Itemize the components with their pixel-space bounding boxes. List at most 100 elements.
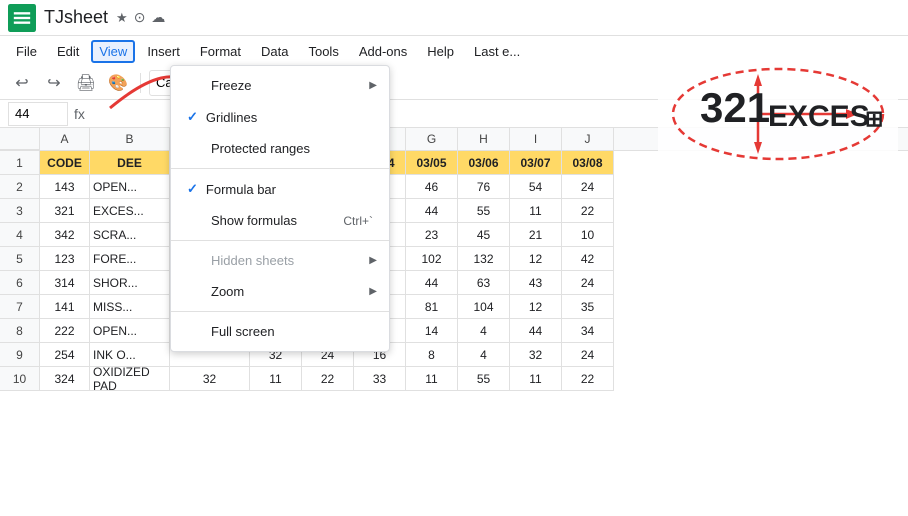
- cell-h1[interactable]: 03/06: [458, 151, 510, 175]
- cell-i7[interactable]: 12: [510, 295, 562, 319]
- cell-i9[interactable]: 32: [510, 343, 562, 367]
- cell-j7[interactable]: 35: [562, 295, 614, 319]
- menu-last[interactable]: Last e...: [466, 41, 528, 62]
- cell-b6[interactable]: SHOR...: [90, 271, 170, 295]
- cell-g8[interactable]: 14: [406, 319, 458, 343]
- star-icon[interactable]: ★: [116, 10, 128, 26]
- cell-i4[interactable]: 21: [510, 223, 562, 247]
- cell-a1[interactable]: CODE: [40, 151, 90, 175]
- dropdown-zoom[interactable]: Zoom: [171, 276, 389, 307]
- dropdown-gridlines[interactable]: Gridlines: [171, 101, 389, 133]
- menu-view[interactable]: View: [91, 40, 135, 63]
- col-header-a[interactable]: A: [40, 128, 90, 150]
- cell-g7[interactable]: 81: [406, 295, 458, 319]
- cell-a9[interactable]: 254: [40, 343, 90, 367]
- full-screen-label: Full screen: [211, 324, 275, 339]
- cell-h2[interactable]: 76: [458, 175, 510, 199]
- cell-h7[interactable]: 104: [458, 295, 510, 319]
- menu-addons[interactable]: Add-ons: [351, 41, 415, 62]
- cell-h3[interactable]: 55: [458, 199, 510, 223]
- cell-g2[interactable]: 46: [406, 175, 458, 199]
- cell-a10[interactable]: 324: [40, 367, 90, 391]
- col-header-g[interactable]: G: [406, 128, 458, 150]
- menu-format[interactable]: Format: [192, 41, 249, 62]
- cell-b2[interactable]: OPEN...: [90, 175, 170, 199]
- cell-j4[interactable]: 10: [562, 223, 614, 247]
- cell-a7[interactable]: 141: [40, 295, 90, 319]
- cell-f10[interactable]: 33: [354, 367, 406, 391]
- dropdown-show-formulas[interactable]: Show formulas Ctrl+`: [171, 205, 389, 236]
- cell-a4[interactable]: 342: [40, 223, 90, 247]
- cell-h10[interactable]: 55: [458, 367, 510, 391]
- paint-format-button[interactable]: 🎨: [104, 69, 132, 97]
- cell-i3[interactable]: 11: [510, 199, 562, 223]
- menu-data[interactable]: Data: [253, 41, 296, 62]
- cell-j8[interactable]: 34: [562, 319, 614, 343]
- undo-button[interactable]: ↩: [8, 69, 36, 97]
- cell-h4[interactable]: 45: [458, 223, 510, 247]
- menu-edit[interactable]: Edit: [49, 41, 87, 62]
- col-header-j[interactable]: J: [562, 128, 614, 150]
- cell-b7[interactable]: MISS...: [90, 295, 170, 319]
- cell-j3[interactable]: 22: [562, 199, 614, 223]
- cell-reference[interactable]: 44: [8, 102, 68, 126]
- sheets-logo: [8, 4, 36, 32]
- table-row: 7 141 MISS... 12 35 58 81 104 12 35: [0, 295, 908, 319]
- cell-j1[interactable]: 03/08: [562, 151, 614, 175]
- cell-j6[interactable]: 24: [562, 271, 614, 295]
- cell-i8[interactable]: 44: [510, 319, 562, 343]
- cell-i10[interactable]: 11: [510, 367, 562, 391]
- cell-g9[interactable]: 8: [406, 343, 458, 367]
- cell-d10[interactable]: 11: [250, 367, 302, 391]
- col-header-b[interactable]: B: [90, 128, 170, 150]
- menu-help[interactable]: Help: [419, 41, 462, 62]
- cell-h9[interactable]: 4: [458, 343, 510, 367]
- print-button[interactable]: 🖨: [72, 69, 100, 97]
- cell-a8[interactable]: 222: [40, 319, 90, 343]
- cell-g3[interactable]: 44: [406, 199, 458, 223]
- cell-g6[interactable]: 44: [406, 271, 458, 295]
- menu-tools[interactable]: Tools: [300, 41, 346, 62]
- cell-b9[interactable]: INK O...: [90, 343, 170, 367]
- cell-j5[interactable]: 42: [562, 247, 614, 271]
- cell-h8[interactable]: 4: [458, 319, 510, 343]
- cell-b3[interactable]: EXCES...: [90, 199, 170, 223]
- cell-g4[interactable]: 23: [406, 223, 458, 247]
- cloud-icon[interactable]: ☁: [151, 9, 165, 26]
- col-header-i[interactable]: I: [510, 128, 562, 150]
- cell-i2[interactable]: 54: [510, 175, 562, 199]
- cell-a6[interactable]: 314: [40, 271, 90, 295]
- dropdown-protected-ranges[interactable]: Protected ranges: [171, 133, 389, 164]
- history-icon[interactable]: ⊙: [134, 9, 146, 26]
- cell-i5[interactable]: 12: [510, 247, 562, 271]
- cell-b1[interactable]: DEE: [90, 151, 170, 175]
- redo-button[interactable]: ↪: [40, 69, 68, 97]
- cell-i6[interactable]: 43: [510, 271, 562, 295]
- toolbar-divider: [140, 73, 141, 93]
- cell-a2[interactable]: 143: [40, 175, 90, 199]
- cell-b4[interactable]: SCRA...: [90, 223, 170, 247]
- cell-c10[interactable]: 32: [170, 367, 250, 391]
- cell-e10[interactable]: 22: [302, 367, 354, 391]
- cell-j10[interactable]: 22: [562, 367, 614, 391]
- dropdown-full-screen[interactable]: Full screen: [171, 316, 389, 347]
- cell-b8[interactable]: OPEN...: [90, 319, 170, 343]
- menu-insert[interactable]: Insert: [139, 41, 188, 62]
- cell-g1[interactable]: 03/05: [406, 151, 458, 175]
- cell-i1[interactable]: 03/07: [510, 151, 562, 175]
- cell-g5[interactable]: 102: [406, 247, 458, 271]
- cell-h5[interactable]: 132: [458, 247, 510, 271]
- cell-a5[interactable]: 123: [40, 247, 90, 271]
- cell-h6[interactable]: 63: [458, 271, 510, 295]
- col-header-h[interactable]: H: [458, 128, 510, 150]
- cell-b10[interactable]: OXIDIZED PAD: [90, 367, 170, 391]
- cell-j9[interactable]: 24: [562, 343, 614, 367]
- cell-j2[interactable]: 24: [562, 175, 614, 199]
- cell-g10[interactable]: 11: [406, 367, 458, 391]
- menu-file[interactable]: File: [8, 41, 45, 62]
- spreadsheet-title[interactable]: TJsheet: [44, 7, 108, 28]
- cell-b5[interactable]: FORE...: [90, 247, 170, 271]
- dropdown-formula-bar[interactable]: Formula bar: [171, 173, 389, 205]
- dropdown-freeze[interactable]: Freeze: [171, 70, 389, 101]
- cell-a3[interactable]: 321: [40, 199, 90, 223]
